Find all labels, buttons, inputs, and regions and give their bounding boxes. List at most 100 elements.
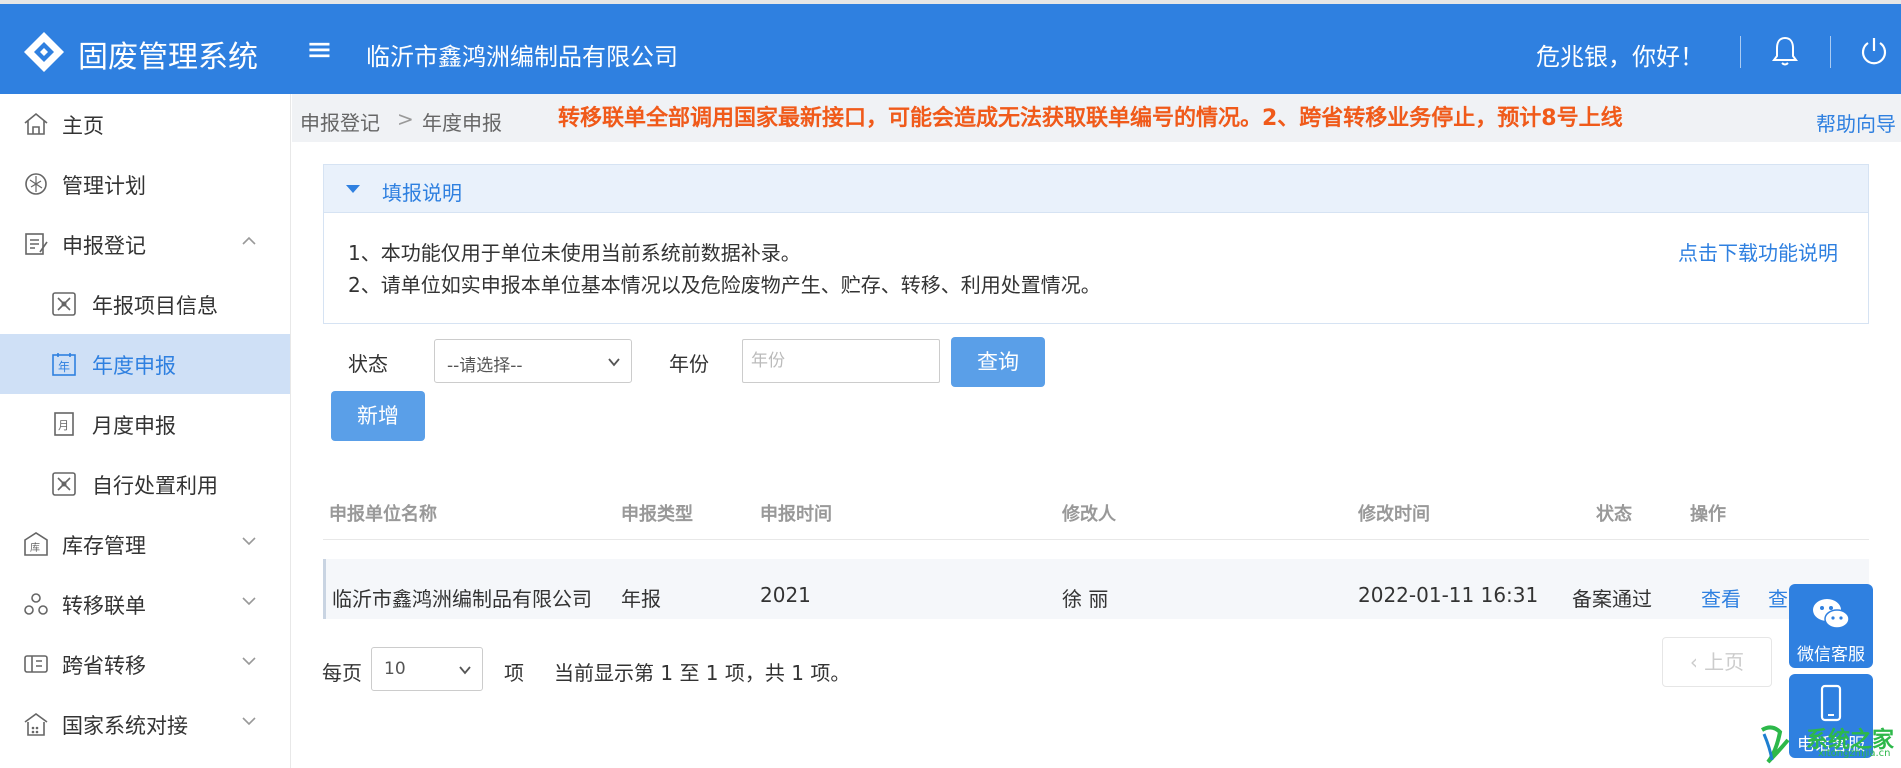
wechat-service-label: 微信客服 xyxy=(1797,645,1865,665)
warehouse-icon: 库 xyxy=(24,532,48,556)
status-select[interactable]: --请选择-- xyxy=(434,339,632,383)
cell-status: 备案通过 xyxy=(1572,587,1652,611)
breadcrumb-separator: > xyxy=(397,107,414,131)
company-name: 临沂市鑫鸿洲编制品有限公司 xyxy=(366,43,678,71)
instructions-title: 填报说明 xyxy=(382,181,462,205)
instructions-panel: 填报说明 1、本功能仅用于单位未使用当前系统前数据补录。 2、请单位如实申报本单… xyxy=(323,164,1869,324)
main-area: 申报登记 > 年度申报 转移联单全部调用国家最新接口，可能会造成无法获取联单编号… xyxy=(292,94,1901,768)
column-header[interactable]: 修改时间 xyxy=(1358,500,1430,526)
prev-page-button[interactable]: ‹ 上页 xyxy=(1662,637,1772,687)
wechat-service-button[interactable]: 微信客服 xyxy=(1789,584,1873,668)
calendar-month-icon: 月 xyxy=(54,412,74,436)
download-guide-link[interactable]: 点击下载功能说明 xyxy=(1678,237,1838,266)
year-label: 年份 xyxy=(669,352,709,376)
sidebar-item-self-disposal[interactable]: 自行处置利用 xyxy=(0,454,290,514)
project-icon xyxy=(52,292,76,316)
column-header[interactable]: 状态 xyxy=(1596,500,1632,526)
notice-marquee: 转移联单全部调用国家最新接口，可能会造成无法获取联单编号的情况。2、跨省转移业务… xyxy=(558,102,1901,136)
per-page-select[interactable]: 10 xyxy=(371,647,483,691)
sidebar-item-national-system[interactable]: 国家系统对接 xyxy=(0,694,290,754)
wechat-icon xyxy=(1813,599,1850,629)
app-header: 固废管理系统 ≡ 临沂市鑫鸿洲编制品有限公司 危兆银，你好！ xyxy=(0,4,1901,94)
cell-time: 2021 xyxy=(760,583,811,607)
cell-modified-at: 2022-01-11 16:31 xyxy=(1358,583,1539,607)
sidebar-item-label: 转移联单 xyxy=(62,594,146,618)
sidebar-item-plan[interactable]: 管理计划 xyxy=(0,154,290,214)
breadcrumb-current: 年度申报 xyxy=(422,111,502,135)
chevron-down-icon xyxy=(242,597,256,606)
column-header: 操作 xyxy=(1690,504,1726,525)
user-greeting[interactable]: 危兆银，你好！ xyxy=(1536,37,1704,72)
instruction-line: 1、本功能仅用于单位未使用当前系统前数据补录。 xyxy=(348,241,801,265)
svg-text:月: 月 xyxy=(58,419,69,432)
svg-text:年: 年 xyxy=(58,360,70,374)
sidebar-item-cross-province[interactable]: 跨省转移 xyxy=(0,634,290,694)
national-icon xyxy=(24,713,48,736)
power-icon[interactable] xyxy=(1858,34,1890,68)
breadcrumb-bar: 申报登记 > 年度申报 转移联单全部调用国家最新接口，可能会造成无法获取联单编号… xyxy=(292,94,1901,142)
column-header[interactable]: 申报时间 xyxy=(760,500,832,526)
column-header[interactable]: 修改人 xyxy=(1062,500,1116,526)
sidebar-item-label: 主页 xyxy=(62,114,104,138)
sidebar-item-home[interactable]: 主页 xyxy=(0,94,290,154)
query-link[interactable]: 查 xyxy=(1768,583,1788,612)
calendar-year-icon: 年 xyxy=(52,353,76,376)
breadcrumb-parent[interactable]: 申报登记 xyxy=(300,107,380,136)
cross-province-icon xyxy=(24,655,48,673)
instructions-header[interactable]: 填报说明 xyxy=(324,165,1868,213)
per-page-label: 每页 xyxy=(322,661,362,685)
sidebar-item-label: 库存管理 xyxy=(62,534,146,558)
notice-text: 转移联单全部调用国家最新接口，可能会造成无法获取联单编号的情况。2、跨省转移业务… xyxy=(558,106,1623,131)
sidebar-item-project-info[interactable]: 年报项目信息 xyxy=(0,274,290,334)
chevron-down-icon xyxy=(459,666,471,675)
app-title: 固废管理系统 xyxy=(78,40,258,75)
chevron-down-icon xyxy=(608,358,620,367)
sidebar-item-label: 自行处置利用 xyxy=(92,474,218,498)
chevron-up-icon xyxy=(242,236,256,245)
transfer-icon xyxy=(24,593,48,615)
home-icon xyxy=(24,112,48,135)
column-header[interactable]: 申报类型 xyxy=(621,500,693,526)
chevron-down-icon xyxy=(242,537,256,546)
sidebar-item-inventory[interactable]: 库 库存管理 xyxy=(0,514,290,574)
register-icon xyxy=(25,233,48,255)
logo-icon xyxy=(24,32,64,72)
cell-type: 年报 xyxy=(621,587,661,611)
header-divider xyxy=(1740,36,1741,68)
sidebar-item-label: 申报登记 xyxy=(62,234,146,258)
sidebar-item-label: 跨省转移 xyxy=(62,654,146,678)
sidebar-item-monthly-report[interactable]: 月 月度申报 xyxy=(0,394,290,454)
cell-company: 临沂市鑫鸿洲编制品有限公司 xyxy=(332,587,592,611)
pagination-summary: 当前显示第 1 至 1 项，共 1 项。 xyxy=(554,661,851,685)
status-label: 状态 xyxy=(348,352,388,376)
cell-modifier: 徐 丽 xyxy=(1062,587,1109,611)
sidebar-item-annual-report[interactable]: 年 年度申报 xyxy=(0,334,290,394)
chevron-down-icon xyxy=(242,717,256,726)
sidebar-item-label: 管理计划 xyxy=(62,174,146,198)
add-button[interactable]: 新增 xyxy=(331,391,425,441)
per-page-value: 10 xyxy=(384,659,406,679)
instruction-line: 2、请单位如实申报本单位基本情况以及危险废物产生、贮存、转移、利用处置情况。 xyxy=(348,273,1101,297)
sidebar-item-label: 年报项目信息 xyxy=(92,294,218,318)
status-select-value: --请选择-- xyxy=(447,356,523,376)
items-label: 项 xyxy=(504,661,524,685)
bell-icon[interactable] xyxy=(1770,34,1800,68)
content-panel: 填报说明 1、本功能仅用于单位未使用当前系统前数据补录。 2、请单位如实申报本单… xyxy=(292,142,1901,768)
sidebar-item-label: 年度申报 xyxy=(92,354,176,378)
watermark-subtext: xitongzhijia.cn xyxy=(1818,748,1891,759)
sidebar-item-register[interactable]: 申报登记 xyxy=(0,214,290,274)
sidebar-item-label: 月度申报 xyxy=(92,414,176,438)
view-link[interactable]: 查看 xyxy=(1701,583,1741,612)
column-header[interactable]: 申报单位名称 xyxy=(329,500,437,526)
sidebar-item-transfer[interactable]: 转移联单 xyxy=(0,574,290,634)
dispose-icon xyxy=(52,472,76,496)
header-divider xyxy=(1830,36,1831,68)
chevron-down-icon xyxy=(242,657,256,666)
sidebar: 主页 管理计划 申报登记 年报项目信息 年 年度申报 月 月度申报 自行处置利用… xyxy=(0,94,291,768)
query-button[interactable]: 查询 xyxy=(951,337,1045,387)
year-input[interactable]: 年份 xyxy=(742,339,940,383)
phone-icon xyxy=(1820,684,1842,722)
help-guide-link[interactable]: 帮助向导 xyxy=(1816,108,1896,137)
menu-toggle-icon[interactable]: ≡ xyxy=(306,30,333,68)
table-header-divider xyxy=(323,539,1869,540)
